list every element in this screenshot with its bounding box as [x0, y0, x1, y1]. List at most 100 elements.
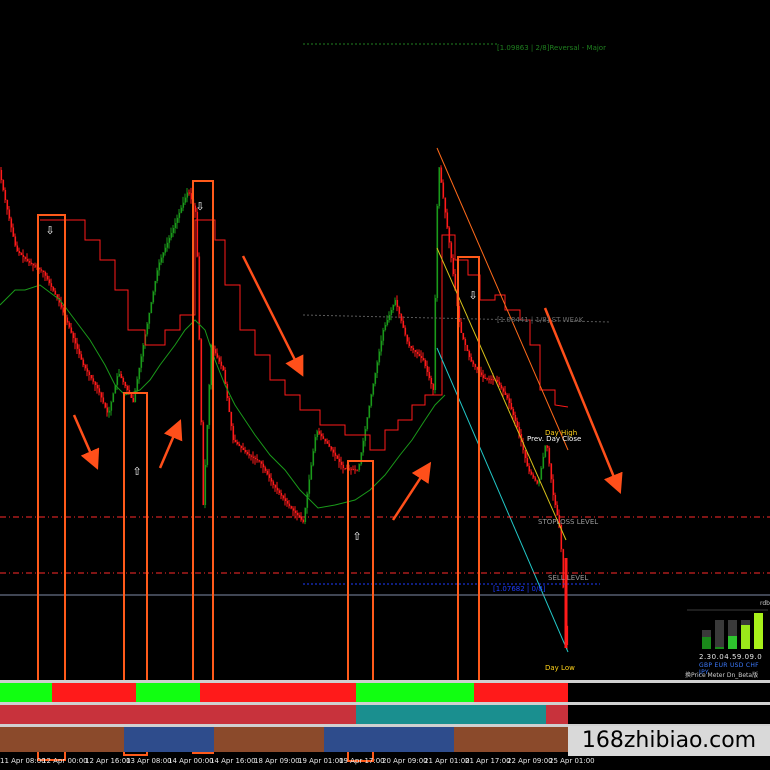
- candle-body: [352, 469, 355, 471]
- candle-body: [376, 362, 379, 374]
- candle-body: [318, 431, 321, 434]
- candle-body: [248, 454, 251, 456]
- candle-body: [40, 269, 43, 271]
- candle-body: [434, 298, 437, 390]
- candle-body: [208, 385, 211, 425]
- candle-body: [486, 378, 489, 380]
- candle-body: [408, 341, 411, 346]
- strip-divider: [0, 702, 770, 705]
- candle-body: [258, 460, 261, 462]
- candle-body: [110, 402, 113, 411]
- candle-body: [502, 388, 505, 392]
- x-tick-label: 19 Apr 17:00: [339, 757, 385, 765]
- candle-body: [46, 275, 49, 280]
- candle-body: [396, 300, 399, 307]
- candle-body: [500, 385, 503, 389]
- candle-body: [490, 378, 493, 380]
- candle-body: [188, 192, 191, 194]
- candle-body: [480, 372, 483, 376]
- candle-body: [74, 338, 77, 344]
- price-meter-caption: 换Price Meter Dn_Beta版: [685, 672, 759, 679]
- meter-bar-eur-fill: [715, 647, 724, 649]
- candle-body: [238, 444, 241, 446]
- candle-body: [26, 259, 29, 261]
- candle-body: [302, 519, 305, 522]
- candle-body: [2, 180, 5, 190]
- candle-body: [492, 379, 495, 381]
- candle-body: [16, 245, 19, 251]
- candles-layer: [0, 165, 569, 650]
- candle-body: [246, 452, 249, 454]
- signal-boxes-layer: ⇩ ⇧ ⇩ ⇧ ⇩: [37, 180, 480, 762]
- candle-body: [124, 382, 127, 386]
- strip-cell: [124, 727, 214, 752]
- x-tick-label: 20 Apr 09:00: [382, 757, 428, 765]
- candle-body: [190, 193, 193, 200]
- candle-body: [418, 354, 421, 356]
- candle-body: [138, 367, 141, 380]
- candle-body: [504, 391, 507, 395]
- candle-body: [274, 485, 277, 488]
- candle-body: [10, 218, 13, 228]
- candle-body: [406, 334, 409, 342]
- candle-body: [166, 242, 169, 248]
- candle-body: [506, 395, 509, 399]
- x-tick-label: 12 Apr 00:00: [42, 757, 88, 765]
- candle-body: [214, 349, 217, 354]
- candle-body: [516, 421, 519, 427]
- candle-body: [410, 346, 413, 348]
- candle-body: [266, 470, 269, 475]
- candle-body: [468, 351, 471, 357]
- candle-body: [272, 481, 275, 485]
- candle-body: [372, 383, 375, 395]
- candle-body: [308, 479, 311, 494]
- candle-body: [288, 503, 291, 507]
- price-meter: rdb 2.30.04.59.09.0 GBP EUR USD CHF JPY …: [685, 600, 770, 680]
- weak-level-label: [1.08441 | 1/8] ST WEAK: [497, 316, 584, 324]
- candle-body: [142, 345, 145, 357]
- strip-cell: [324, 727, 454, 752]
- candle-body: [530, 471, 533, 475]
- candle-body: [34, 265, 37, 267]
- strip-cell: [356, 705, 546, 724]
- candle-body: [462, 333, 465, 339]
- x-tick-label: 21 Apr 17:00: [465, 757, 511, 765]
- candle-body: [374, 373, 377, 384]
- candle-body: [118, 374, 121, 377]
- watermark: 168zhibiao.com: [568, 726, 770, 756]
- strip-cell: [136, 683, 200, 702]
- candle-body: [186, 192, 189, 198]
- candle-body: [360, 452, 363, 465]
- candle-body: [356, 469, 359, 471]
- candle-body: [120, 374, 123, 378]
- candle-body: [514, 415, 517, 421]
- candle-body: [50, 283, 53, 287]
- candle-body: [466, 345, 469, 351]
- candle-body: [498, 381, 501, 385]
- candle-body: [78, 348, 81, 355]
- reversal-major-label: [1.09863 | 2/8]Reversal - Major: [497, 44, 606, 52]
- candle-body: [270, 477, 273, 482]
- candle-body: [12, 227, 15, 237]
- strip-divider: [0, 680, 770, 683]
- candle-body: [474, 364, 477, 367]
- candle-body: [476, 366, 479, 370]
- candle-body: [14, 236, 17, 246]
- candle-body: [156, 270, 159, 281]
- blue-level-label: [1.07682 | 0/8]: [493, 585, 546, 593]
- candle-body: [162, 252, 165, 258]
- trend-arrows-layer: [72, 255, 623, 521]
- candle-body: [100, 392, 103, 398]
- x-tick-label: 21 Apr 01:00: [424, 757, 470, 765]
- candle-body: [452, 258, 455, 274]
- candle-body: [366, 417, 369, 430]
- candle-body: [172, 228, 175, 233]
- trend-arrow: [158, 419, 183, 469]
- x-tick-label: 22 Apr 09:00: [507, 757, 553, 765]
- sell-level-label: SELL LEVEL: [548, 574, 589, 582]
- candle-body: [390, 310, 393, 315]
- signal-arrow-icon: ⇩: [468, 289, 477, 302]
- candle-body: [334, 452, 337, 456]
- candle-body: [440, 167, 443, 183]
- candle-body: [512, 409, 515, 415]
